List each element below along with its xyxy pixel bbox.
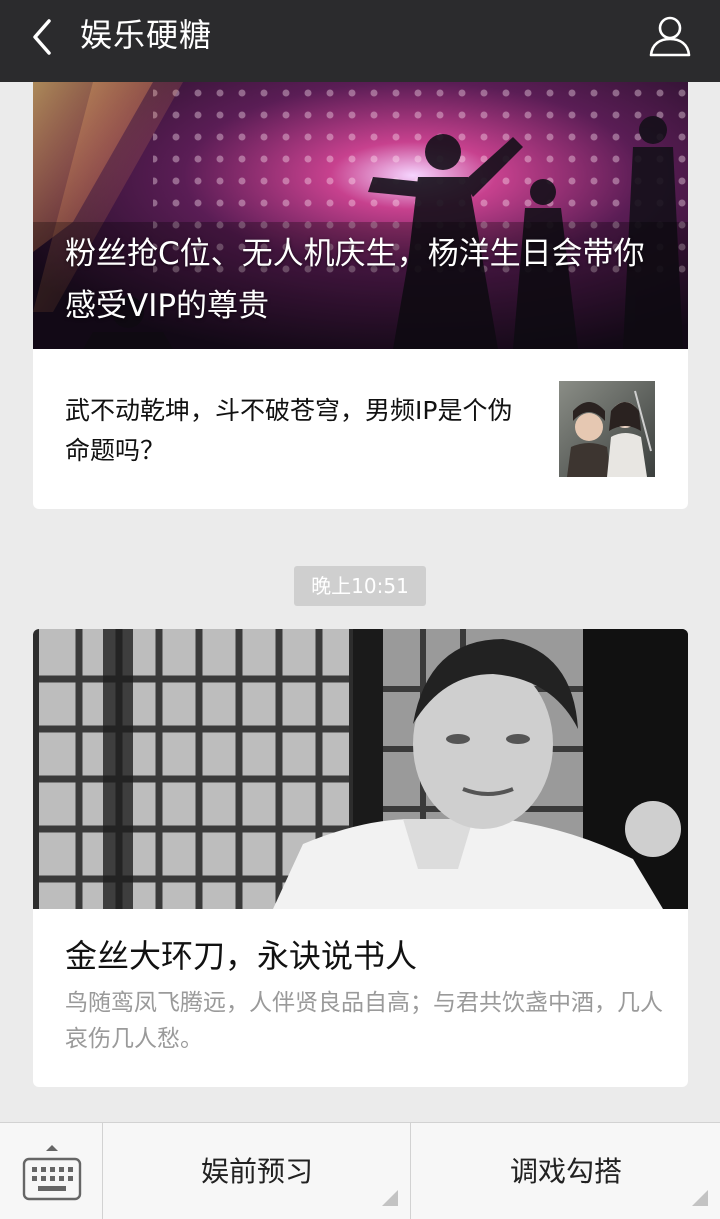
keyboard-icon (22, 1145, 82, 1201)
keyboard-toggle-button[interactable] (0, 1123, 103, 1219)
person-icon (649, 16, 691, 57)
submenu-indicator-icon (692, 1190, 708, 1206)
menu-button-chat[interactable]: 调戏勾搭 (412, 1123, 720, 1219)
submenu-indicator-icon (382, 1190, 398, 1206)
article-2-title[interactable]: 金丝大环刀，永诀说书人 (65, 934, 417, 978)
top-nav-bar: 娱乐硬糖 (0, 0, 720, 82)
back-button[interactable] (18, 12, 68, 62)
menu-button-preview[interactable]: 娱前预习 (104, 1123, 411, 1219)
sub-article-title: 武不动乾坤，斗不破苍穹，男频IP是个伪命题吗？ (65, 396, 513, 465)
chevron-left-icon (33, 19, 51, 55)
message-timestamp: 晚上10:51 (294, 566, 426, 606)
article-card-1: 粉丝抢C位、无人机庆生，杨洋生日会带你感受VIP的尊贵 武不动乾坤，斗不破苍穹，… (33, 82, 688, 509)
article-card-2[interactable]: 金丝大环刀，永诀说书人 鸟随鸾凤飞腾远，人伴贤良品自高；与君共饮盏中酒，几人哀伤… (33, 629, 688, 1087)
cover-headline[interactable]: 粉丝抢C位、无人机庆生，杨洋生日会带你感受VIP的尊贵 (65, 228, 665, 332)
bottom-menu-bar: 娱前预习 调戏勾搭 (0, 1122, 720, 1219)
menu-label-preview: 娱前预习 (200, 1155, 313, 1188)
cover-image-concert[interactable]: 粉丝抢C位、无人机庆生，杨洋生日会带你感受VIP的尊贵 (33, 82, 688, 349)
message-feed[interactable]: 粉丝抢C位、无人机庆生，杨洋生日会带你感受VIP的尊贵 武不动乾坤，斗不破苍穹，… (0, 82, 720, 1122)
profile-button[interactable] (644, 10, 696, 62)
cover-image-storyteller (33, 629, 688, 909)
sub-article-thumbnail (559, 381, 655, 477)
article-2-description: 鸟随鸾凤飞腾远，人伴贤良品自高；与君共饮盏中酒，几人哀伤几人愁。 (65, 990, 663, 1052)
sub-article-item[interactable]: 武不动乾坤，斗不破苍穹，男频IP是个伪命题吗？ (33, 349, 688, 509)
menu-label-chat: 调戏勾搭 (509, 1155, 622, 1188)
page-title: 娱乐硬糖 (80, 16, 213, 54)
